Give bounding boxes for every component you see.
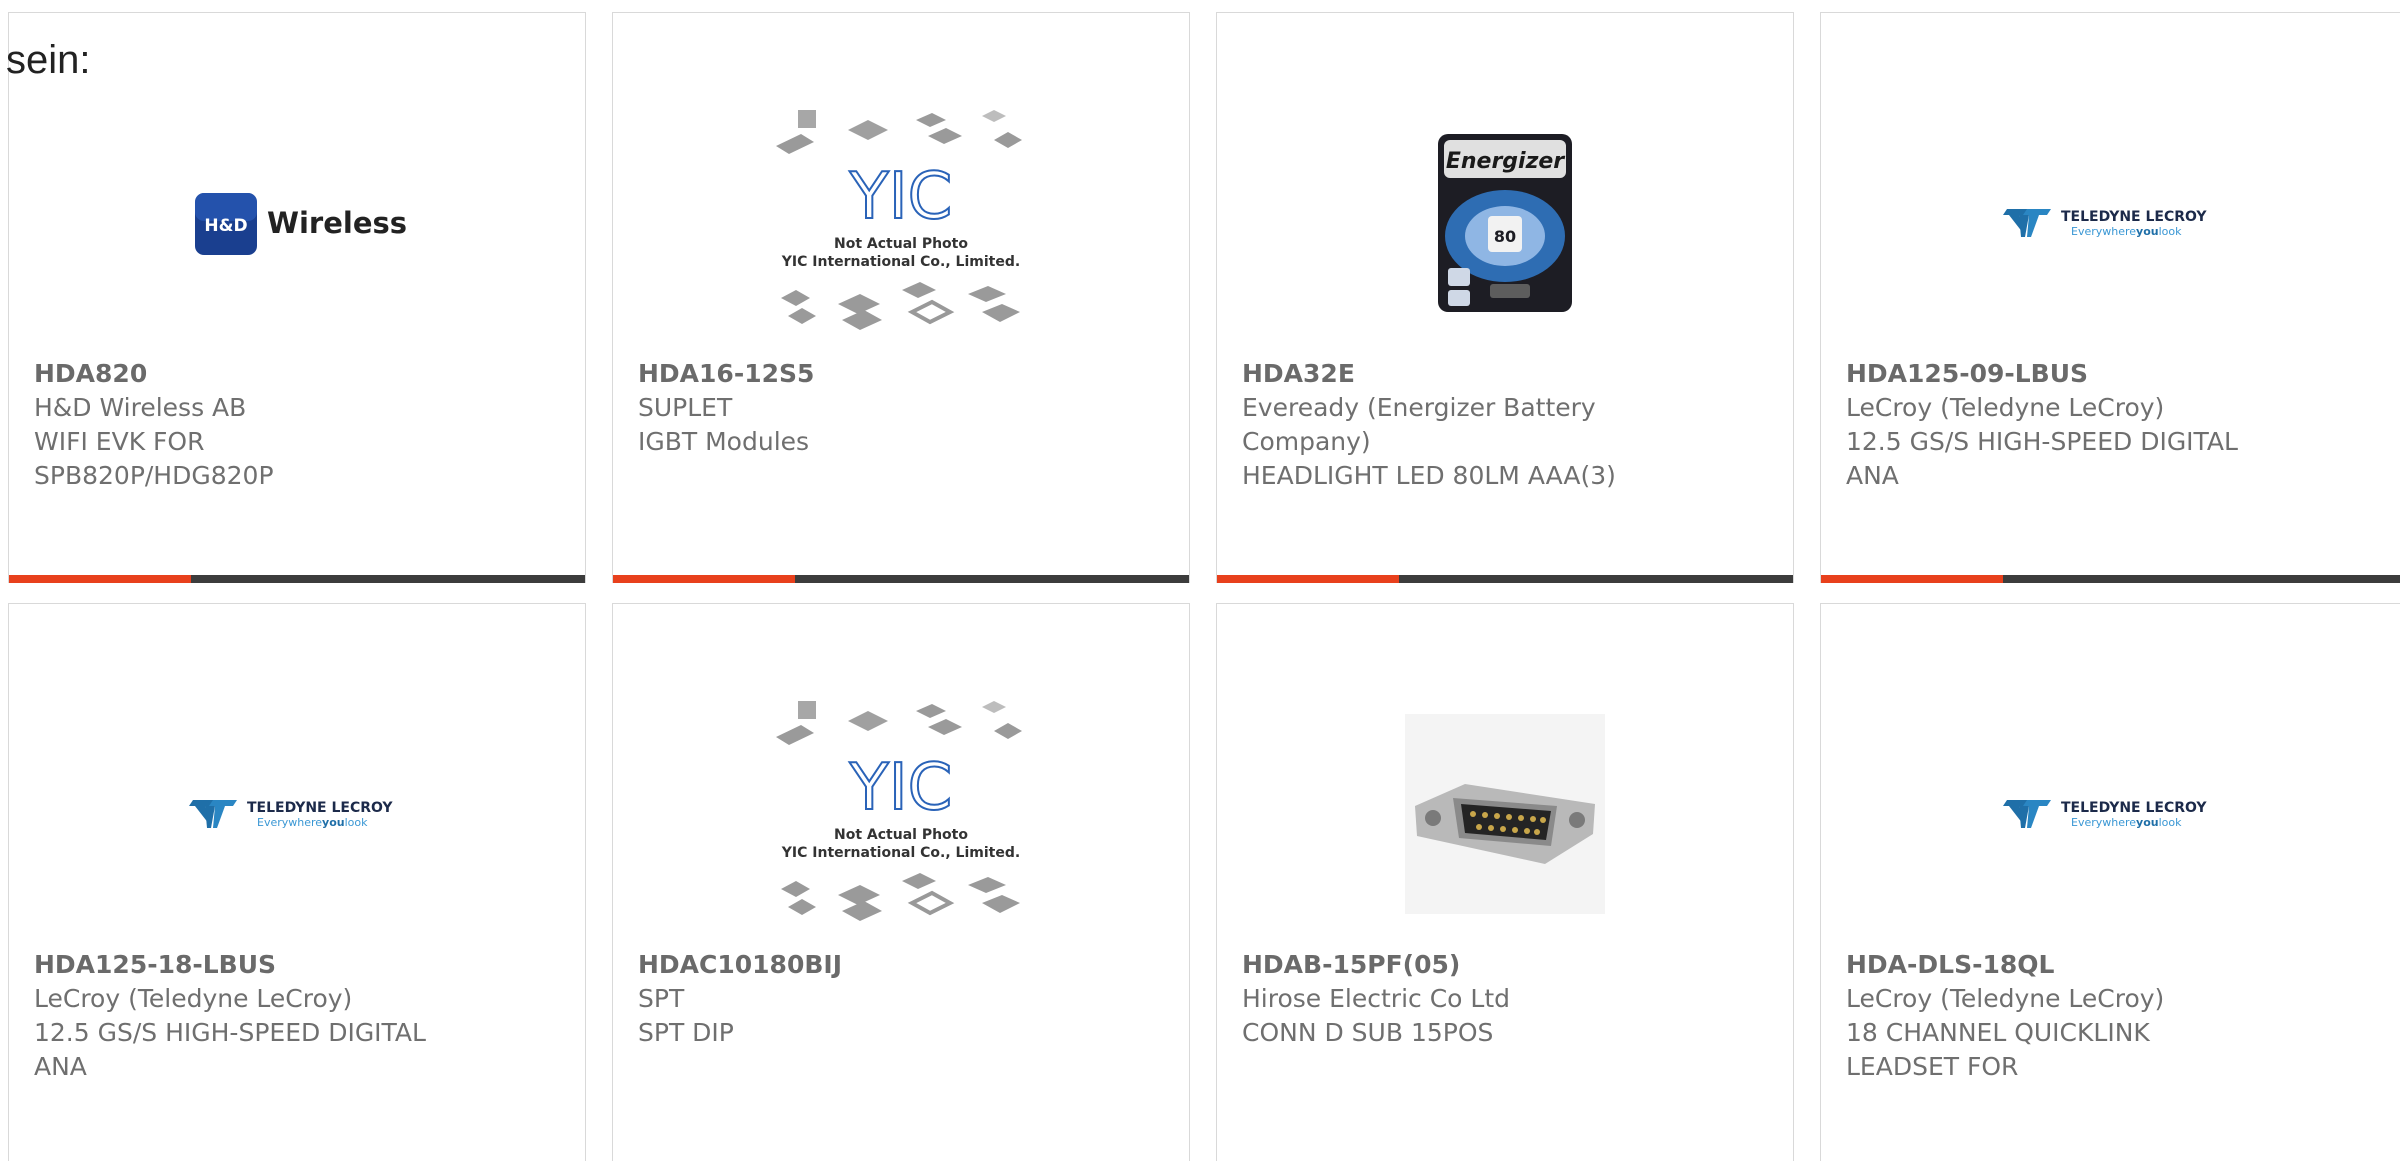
part-number[interactable]: HDA125-09-LBUS: [1846, 357, 2276, 391]
part-number[interactable]: HDAB-15PF(05): [1242, 948, 1672, 982]
description-line: 12.5 GS/S HIGH-SPEED DIGITAL: [1846, 427, 2238, 456]
yic-placeholder-image: YIC Not Actual Photo YIC International C…: [776, 110, 1022, 330]
yic-placeholder-image: YIC Not Actual Photo YIC International C…: [776, 701, 1022, 921]
product-card[interactable]: HDAB-15PF(05) Hirose Electric Co Ltd CON…: [1216, 603, 1794, 1161]
product-image[interactable]: TELEDYNE LECROY Everywhereyoulook: [9, 684, 585, 944]
card-accent: [1821, 575, 2003, 583]
description-line: SPB820P/HDG820P: [34, 461, 274, 490]
part-number[interactable]: HDA16-12S5: [638, 357, 1068, 391]
description-line: 18 CHANNEL QUICKLINK: [1846, 1018, 2150, 1047]
manufacturer: Hirose Electric Co Ltd: [1242, 984, 1511, 1013]
description-line: 12.5 GS/S HIGH-SPEED DIGITAL: [34, 1018, 426, 1047]
product-card[interactable]: YIC Not Actual Photo YIC International C…: [612, 12, 1190, 583]
manufacturer: SUPLET: [638, 393, 733, 422]
product-card[interactable]: H&D Wireless HDA820 H&D Wireless AB WIFI…: [8, 12, 586, 583]
svg-text:YIC International Co., Limited: YIC International Co., Limited.: [781, 845, 1020, 861]
svg-text:YIC: YIC: [849, 751, 953, 825]
product-image[interactable]: YIC Not Actual Photo YIC International C…: [613, 93, 1189, 353]
svg-text:Not Actual Photo: Not Actual Photo: [834, 236, 968, 252]
product-image[interactable]: TELEDYNE LECROY Everywhereyoulook: [1821, 93, 2400, 353]
svg-text:80: 80: [1494, 227, 1516, 246]
description-line: WIFI EVK FOR: [34, 427, 205, 456]
description-line: HEADLIGHT LED 80LM AAA(3): [1242, 461, 1616, 490]
svg-text:H&D: H&D: [204, 216, 247, 236]
product-image[interactable]: Energizer 80: [1217, 93, 1793, 353]
description-line: IGBT Modules: [638, 427, 810, 456]
svg-text:TELEDYNE LECROY: TELEDYNE LECROY: [2061, 800, 2207, 816]
description-line: Company): [1242, 427, 1371, 456]
product-card[interactable]: TELEDYNE LECROY Everywhereyoulook HDA125…: [1820, 12, 2400, 583]
product-image[interactable]: YIC Not Actual Photo YIC International C…: [613, 684, 1189, 944]
intro-text: sein:: [6, 38, 91, 82]
svg-text:YIC International Co., Limited: YIC International Co., Limited.: [781, 254, 1020, 270]
card-accent: [613, 575, 795, 583]
energizer-headlight-photo: Energizer 80: [1438, 134, 1572, 312]
card-accent: [1217, 575, 1399, 583]
description-line: ANA: [34, 1052, 87, 1081]
card-bottom-bar: [9, 575, 585, 583]
description-line: CONN D SUB 15POS: [1242, 1018, 1494, 1047]
svg-text:TELEDYNE LECROY: TELEDYNE LECROY: [247, 800, 393, 816]
svg-text:TELEDYNE LECROY: TELEDYNE LECROY: [2061, 209, 2207, 225]
card-bottom-bar: [1821, 575, 2400, 583]
svg-text:YIC: YIC: [849, 160, 953, 234]
svg-text:Everywhereyoulook: Everywhereyoulook: [2071, 816, 2182, 829]
product-image[interactable]: H&D Wireless: [9, 93, 585, 353]
svg-text:Everywhereyoulook: Everywhereyoulook: [257, 816, 368, 829]
teledyne-lecroy-logo: TELEDYNE LECROY Everywhereyoulook: [2002, 209, 2207, 238]
product-card[interactable]: Energizer 80 HDA32E Eveready (Energizer …: [1216, 12, 1794, 583]
description-line: LEADSET FOR: [1846, 1052, 2019, 1081]
product-image[interactable]: TELEDYNE LECROY Everywhereyoulook: [1821, 684, 2400, 944]
part-number[interactable]: HDA32E: [1242, 357, 1672, 391]
description-line: SPT DIP: [638, 1018, 734, 1047]
product-card[interactable]: TELEDYNE LECROY Everywhereyoulook HDA125…: [8, 603, 586, 1161]
description-line: ANA: [1846, 461, 1899, 490]
product-card[interactable]: TELEDYNE LECROY Everywhereyoulook HDA-DL…: [1820, 603, 2400, 1161]
part-number[interactable]: HDA-DLS-18QL: [1846, 948, 2276, 982]
part-number[interactable]: HDA820: [34, 357, 464, 391]
manufacturer: Eveready (Energizer Battery: [1242, 393, 1596, 422]
card-accent: [9, 575, 191, 583]
part-number[interactable]: HDA125-18-LBUS: [34, 948, 464, 982]
svg-text:Everywhereyoulook: Everywhereyoulook: [2071, 225, 2182, 238]
manufacturer: SPT: [638, 984, 685, 1013]
product-image[interactable]: [1217, 684, 1793, 944]
manufacturer: LeCroy (Teledyne LeCroy): [1846, 393, 2165, 422]
svg-text:Not Actual Photo: Not Actual Photo: [834, 827, 968, 843]
card-bottom-bar: [613, 575, 1189, 583]
manufacturer: LeCroy (Teledyne LeCroy): [1846, 984, 2165, 1013]
svg-text:Wireless: Wireless: [267, 206, 407, 240]
manufacturer: H&D Wireless AB: [34, 393, 247, 422]
dsub-connector-photo: [1405, 714, 1605, 914]
part-number[interactable]: HDAC10180BIJ: [638, 948, 1068, 982]
teledyne-lecroy-logo: TELEDYNE LECROY Everywhereyoulook: [2002, 800, 2207, 829]
teledyne-lecroy-logo: TELEDYNE LECROY Everywhereyoulook: [189, 800, 393, 829]
manufacturer: LeCroy (Teledyne LeCroy): [34, 984, 353, 1013]
product-card[interactable]: YIC Not Actual Photo YIC International C…: [612, 603, 1190, 1161]
card-bottom-bar: [1217, 575, 1793, 583]
hd-wireless-logo: H&D Wireless: [195, 193, 407, 255]
svg-text:Energizer: Energizer: [1446, 149, 1565, 174]
